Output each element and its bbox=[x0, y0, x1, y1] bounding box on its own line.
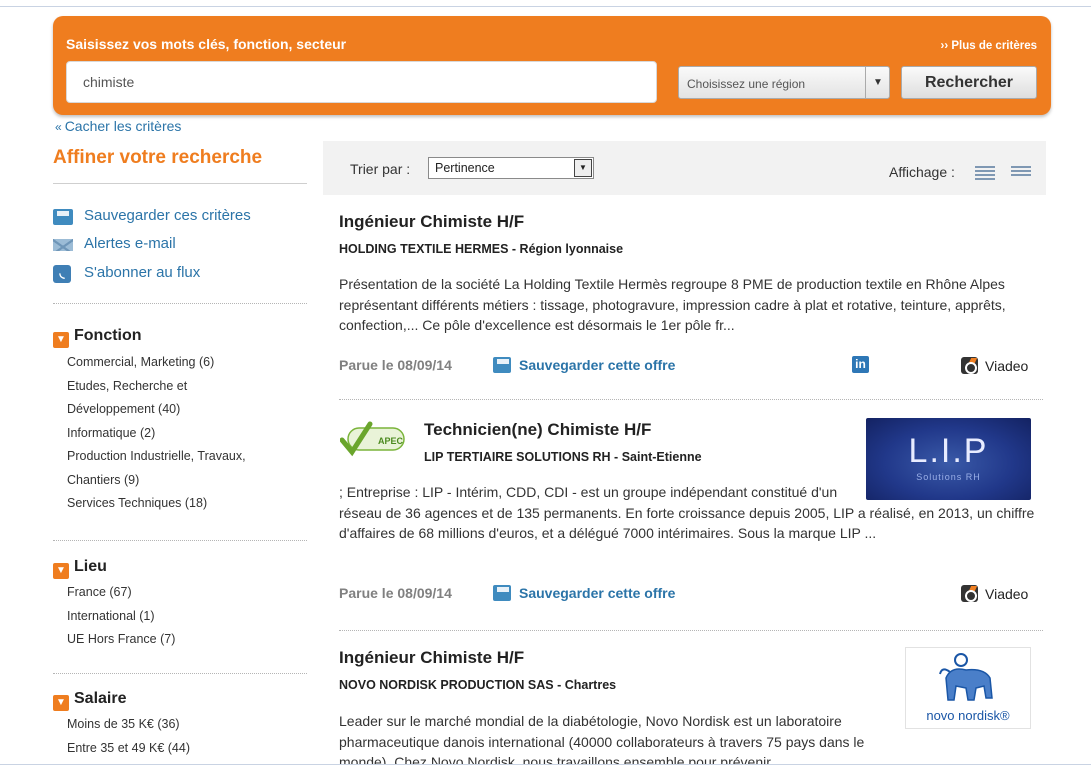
floppy-disk-icon bbox=[493, 357, 511, 373]
job-date: Parue le 08/09/14 bbox=[339, 357, 452, 373]
region-select[interactable]: Choisissez une région ▼ bbox=[678, 66, 890, 99]
job-company: LIP TERTIAIRE SOLUTIONS RH - Saint-Etien… bbox=[424, 450, 702, 464]
viadeo-share-link[interactable]: Viadeo bbox=[961, 585, 1028, 602]
job-company: NOVO NORDISK PRODUCTION SAS - Chartres bbox=[339, 678, 617, 692]
job-description: Leader sur le marché mondial de la diabé… bbox=[339, 711, 1045, 764]
hide-criteria-link[interactable]: «Cacher les critères bbox=[55, 118, 181, 134]
sort-toolbar: Trier par : Pertinence ▼ Affichage : bbox=[323, 141, 1046, 195]
divider bbox=[53, 673, 307, 674]
save-criteria-label: Sauvegarder ces critères bbox=[84, 207, 251, 224]
more-criteria-link[interactable]: ›› Plus de critères bbox=[940, 40, 1037, 52]
viadeo-label: Viadeo bbox=[985, 358, 1029, 374]
facet-item[interactable]: Moins de 35 K€ (36) bbox=[67, 713, 190, 737]
envelope-icon bbox=[53, 239, 73, 251]
search-title: Saisissez vos mots clés, fonction, secte… bbox=[66, 36, 347, 52]
job-description-text: Leader sur le marché mondial de la diabé… bbox=[339, 713, 865, 764]
divider bbox=[53, 540, 307, 541]
facet-title: Lieu bbox=[74, 558, 107, 575]
facet-title: Fonction bbox=[74, 327, 142, 344]
rss-subscribe-label: S'abonner au flux bbox=[84, 264, 201, 281]
facet-item[interactable]: Informatique (2) bbox=[67, 422, 246, 446]
floppy-disk-icon bbox=[53, 209, 73, 225]
apis-bull-icon bbox=[939, 653, 993, 701]
facet-item[interactable]: International (1) bbox=[67, 605, 175, 629]
viadeo-icon bbox=[961, 585, 978, 602]
facet-fonction-list: Commercial, Marketing (6) Etudes, Recher… bbox=[67, 351, 246, 516]
facet-fonction-header[interactable]: ▼ Fonction bbox=[53, 327, 142, 348]
viadeo-label: Viadeo bbox=[985, 586, 1029, 602]
job-description: ; Entreprise : LIP - Intérim, CDD, CDI -… bbox=[339, 482, 1045, 544]
list-view-icon[interactable] bbox=[975, 166, 995, 180]
job-title[interactable]: Ingénieur Chimiste H/F bbox=[339, 212, 524, 232]
facet-item[interactable]: UE Hors France (7) bbox=[67, 628, 175, 652]
facet-item[interactable]: Etudes, Recherche et bbox=[67, 375, 246, 399]
result-separator bbox=[339, 399, 1043, 400]
display-label: Affichage : bbox=[889, 164, 955, 180]
job-company: HOLDING TEXTILE HERMES - Région lyonnais… bbox=[339, 242, 624, 256]
bottom-border bbox=[0, 764, 1091, 765]
search-button[interactable]: Rechercher bbox=[901, 66, 1037, 99]
collapse-toggle-icon: ▼ bbox=[53, 332, 69, 348]
save-offer-label: Sauvegarder cette offre bbox=[519, 357, 676, 373]
apec-badge-icon: APEC bbox=[340, 421, 405, 457]
apec-label: APEC bbox=[378, 436, 404, 446]
region-select-divider bbox=[865, 67, 866, 98]
save-offer-link[interactable]: Sauvegarder cette offre bbox=[493, 585, 675, 601]
hide-criteria-label: Cacher les critères bbox=[64, 118, 182, 134]
viadeo-icon bbox=[961, 357, 978, 374]
chevron-down-icon: ▼ bbox=[873, 77, 883, 88]
keyword-input[interactable] bbox=[66, 61, 657, 103]
rss-icon: ◟ bbox=[53, 265, 71, 283]
refine-title: Affiner votre recherche bbox=[53, 147, 263, 168]
sort-select-value: Pertinence bbox=[435, 161, 495, 175]
facet-item[interactable]: Services Techniques (18) bbox=[67, 492, 246, 516]
job-description: Présentation de la société La Holding Te… bbox=[339, 276, 1006, 333]
region-select-value: Choisissez une région bbox=[687, 77, 806, 91]
facet-item[interactable]: France (67) bbox=[67, 581, 175, 605]
collapse-toggle-icon: ▼ bbox=[53, 695, 69, 711]
facet-item[interactable]: Production Industrielle, Travaux, bbox=[67, 445, 246, 469]
save-offer-label: Sauvegarder cette offre bbox=[519, 585, 676, 601]
facet-item[interactable]: Commercial, Marketing (6) bbox=[67, 351, 246, 375]
result-separator bbox=[339, 630, 1043, 631]
divider bbox=[53, 303, 307, 304]
lip-logo-text: L.I.P bbox=[908, 432, 989, 470]
linkedin-icon[interactable]: in bbox=[852, 356, 869, 373]
save-offer-link[interactable]: Sauvegarder cette offre bbox=[493, 357, 675, 373]
top-border bbox=[0, 6, 1091, 7]
compact-view-icon[interactable] bbox=[1011, 166, 1031, 180]
facet-item[interactable]: Développement (40) bbox=[67, 398, 246, 422]
floppy-disk-icon bbox=[493, 585, 511, 601]
viadeo-share-link[interactable]: Viadeo bbox=[961, 357, 1028, 374]
search-panel: Saisissez vos mots clés, fonction, secte… bbox=[53, 16, 1051, 115]
job-title[interactable]: Technicien(ne) Chimiste H/F bbox=[424, 420, 651, 440]
divider bbox=[53, 183, 307, 184]
email-alerts-label: Alertes e-mail bbox=[84, 235, 176, 252]
facet-item[interactable]: Chantiers (9) bbox=[67, 469, 246, 493]
job-date: Parue le 08/09/14 bbox=[339, 585, 452, 601]
facet-lieu-header[interactable]: ▼ Lieu bbox=[53, 558, 107, 579]
sort-label: Trier par : bbox=[350, 161, 411, 177]
facet-item[interactable]: Entre 35 et 49 K€ (44) bbox=[67, 737, 190, 761]
facet-title: Salaire bbox=[74, 690, 127, 707]
job-title[interactable]: Ingénieur Chimiste H/F bbox=[339, 648, 524, 668]
chevron-down-icon: ▼ bbox=[574, 159, 592, 177]
facet-lieu-list: France (67) International (1) UE Hors Fr… bbox=[67, 581, 175, 652]
facet-salaire-list: Moins de 35 K€ (36) Entre 35 et 49 K€ (4… bbox=[67, 713, 190, 760]
layout-spacer bbox=[843, 482, 1045, 502]
sort-select[interactable]: Pertinence ▼ bbox=[428, 157, 594, 179]
double-chevron-left-icon: « bbox=[55, 120, 62, 134]
facet-salaire-header[interactable]: ▼ Salaire bbox=[53, 690, 126, 711]
collapse-toggle-icon: ▼ bbox=[53, 563, 69, 579]
lip-logo-subtitle: Solutions RH bbox=[916, 472, 981, 482]
layout-spacer bbox=[881, 711, 1045, 751]
